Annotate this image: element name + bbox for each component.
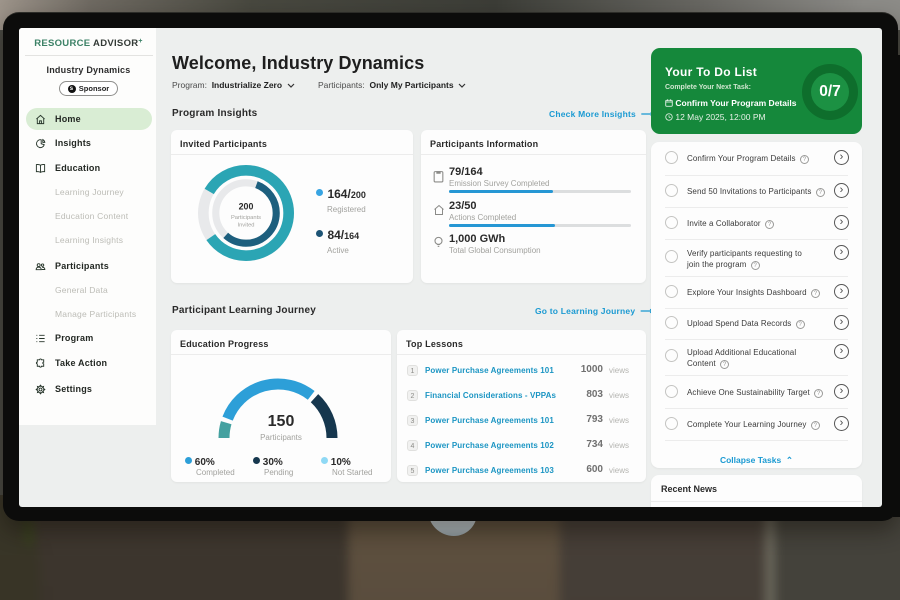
svg-text:Invited: Invited (238, 222, 255, 228)
svg-text:200: 200 (239, 201, 254, 211)
svg-text:Participants: Participants (231, 215, 261, 221)
